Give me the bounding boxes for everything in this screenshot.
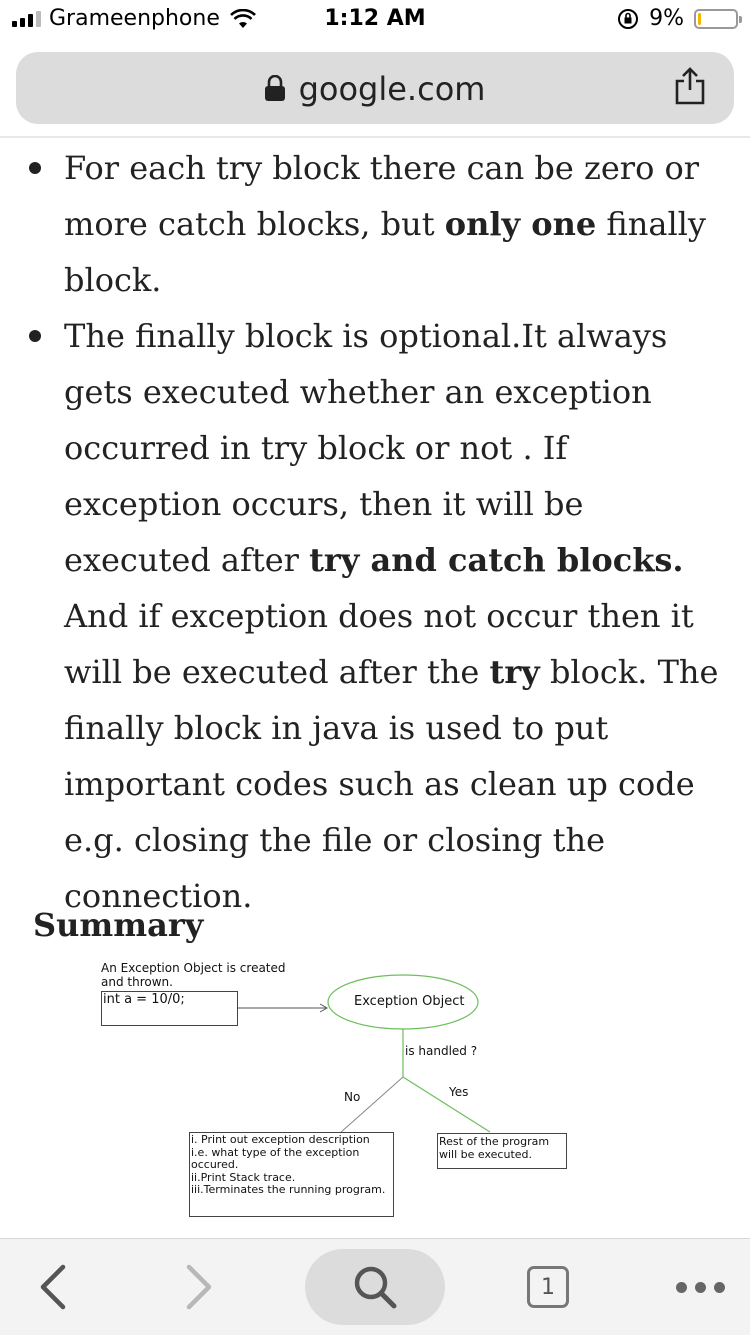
exception-object-label: Exception Object	[354, 994, 465, 1009]
bullet-item-finally-optional: The finally block is optional.It always …	[0, 308, 750, 924]
no-label: No	[344, 1090, 361, 1104]
back-button[interactable]	[22, 1239, 82, 1335]
forward-button[interactable]	[170, 1239, 230, 1335]
search-button[interactable]	[305, 1249, 445, 1325]
yes-label: Yes	[449, 1085, 469, 1099]
orientation-lock-icon	[618, 8, 639, 29]
code-box: int a = 10/0;	[101, 991, 238, 1026]
back-chevron-icon	[40, 1264, 66, 1310]
browser-toolbar: 1	[0, 1238, 750, 1335]
bullet-item-zero-or-more-catch: For each try block there can be zero or …	[0, 140, 750, 308]
tab-count: 1	[541, 1274, 555, 1300]
url-text: google.com	[298, 70, 486, 108]
tabs-button[interactable]: 1	[518, 1239, 578, 1335]
exception-created-label: An Exception Object is created and throw…	[101, 961, 286, 989]
handled-box: Rest of the program will be executed.	[437, 1133, 567, 1169]
code-text: int a = 10/0;	[103, 992, 185, 1007]
bold-try-and-catch: try and catch blocks.	[309, 541, 684, 579]
tabs-icon: 1	[527, 1266, 569, 1308]
summary-heading: Summary	[33, 906, 204, 944]
not-handled-text: i. Print out exception description i.e. …	[191, 1133, 386, 1196]
lock-icon	[264, 75, 285, 101]
address-bar[interactable]: google.com	[16, 52, 734, 124]
article-content: For each try block there can be zero or …	[0, 140, 750, 924]
battery-percent: 9%	[649, 6, 684, 31]
right-status: 9%	[617, 6, 742, 31]
bold-try: try	[489, 653, 540, 691]
more-button[interactable]	[665, 1239, 735, 1335]
share-icon[interactable]	[674, 66, 706, 106]
url-display[interactable]: google.com	[16, 70, 734, 108]
exception-flow-diagram: An Exception Object is created and throw…	[0, 955, 750, 1225]
not-handled-box: i. Print out exception description i.e. …	[189, 1132, 394, 1217]
bold-only-one: only one	[444, 205, 597, 243]
handled-text: Rest of the program will be executed.	[439, 1135, 550, 1161]
is-handled-label: is handled ?	[405, 1044, 478, 1058]
header-divider	[0, 136, 750, 138]
battery-fill	[698, 12, 701, 25]
battery-icon	[694, 8, 742, 29]
status-bar: Grameenphone 1:12 AM 9%	[0, 0, 750, 40]
search-icon	[354, 1266, 397, 1309]
forward-chevron-icon	[186, 1264, 212, 1310]
more-dots-icon	[675, 1281, 725, 1293]
bullet-list: For each try block there can be zero or …	[0, 140, 750, 924]
